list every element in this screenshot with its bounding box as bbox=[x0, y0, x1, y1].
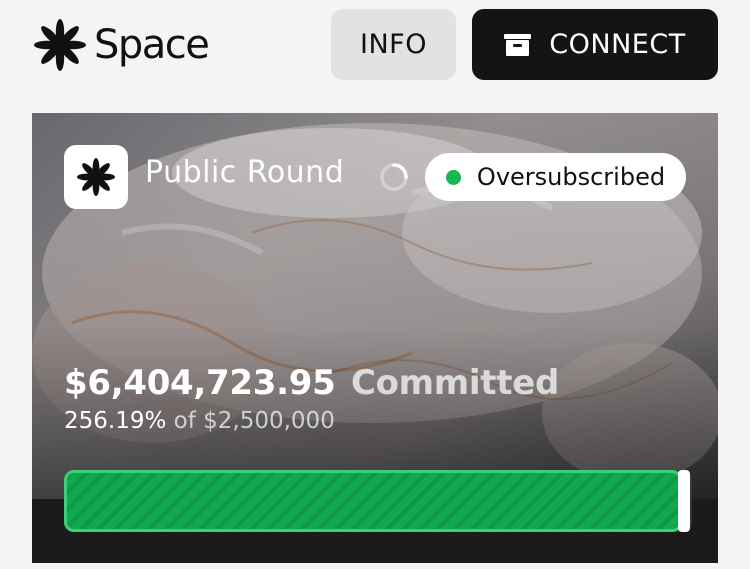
goal-amount: of $2,500,000 bbox=[173, 408, 335, 434]
brand-logo[interactable]: Space bbox=[32, 19, 210, 71]
progress-bar-fill bbox=[64, 470, 682, 532]
status-text: Oversubscribed bbox=[476, 163, 666, 191]
committed-label: Committed bbox=[350, 363, 559, 403]
committed-amount-line: $6,404,723.95 Committed bbox=[64, 363, 559, 403]
connect-button[interactable]: CONNECT bbox=[472, 9, 718, 80]
wallet-icon bbox=[504, 33, 532, 56]
asterisk-burst-icon bbox=[34, 19, 86, 71]
progress-bar-cap bbox=[678, 470, 690, 532]
app-header: Space INFO CONNECT bbox=[0, 0, 750, 100]
brand-name: Space bbox=[94, 22, 210, 68]
round-badge bbox=[64, 145, 128, 209]
committed-amount: $6,404,723.95 bbox=[64, 363, 336, 403]
green-dot-icon bbox=[445, 169, 461, 185]
status-badge: Oversubscribed bbox=[425, 153, 686, 201]
percent-committed: 256.19% bbox=[64, 408, 167, 434]
sale-card[interactable]: Public Round Oversubscribed $6,404,723.9… bbox=[32, 113, 718, 563]
connect-button-label: CONNECT bbox=[549, 29, 686, 60]
round-title: Public Round bbox=[145, 155, 345, 190]
info-button[interactable]: INFO bbox=[331, 9, 456, 80]
asterisk-burst-icon bbox=[77, 158, 115, 196]
spinner-icon bbox=[380, 163, 408, 191]
progress-summary: 256.19% of $2,500,000 bbox=[64, 408, 335, 434]
progress-bar bbox=[64, 470, 692, 532]
